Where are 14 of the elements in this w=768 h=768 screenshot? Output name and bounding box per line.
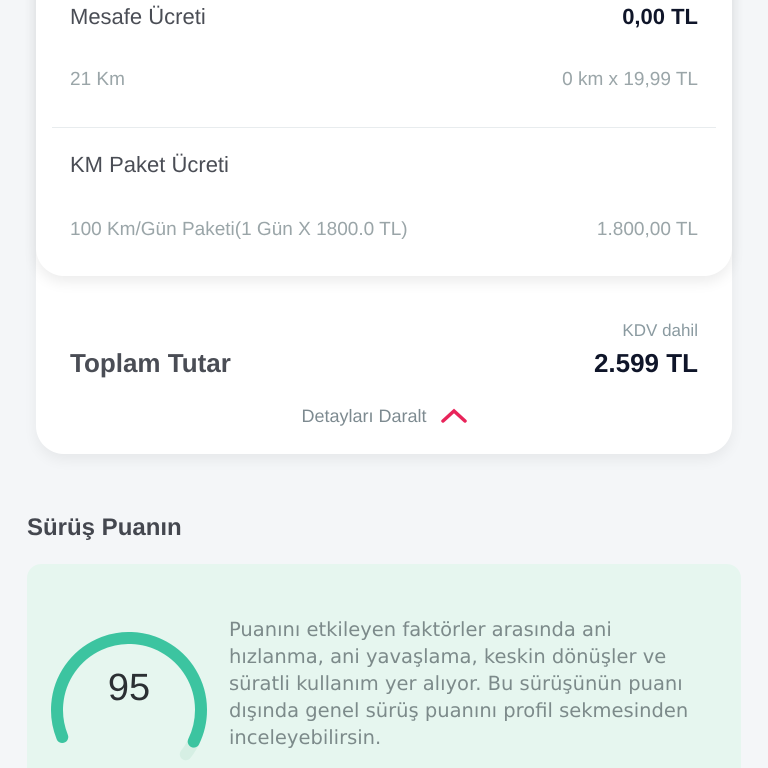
score-description: Puanını etkileyen faktörler arasında ani hızlanma, ani yavaşlama, keskin dönüşler ve süratli kullanım yer alıyor. Bu sürüşünün puanı dışında genel sürüş puanını profil sekmesinden inceleyebilirsin. <box>229 616 690 750</box>
section-title: Sürüş Puanın <box>27 512 183 542</box>
fee-detail-value: 0 km x 19,99 TL <box>562 68 698 92</box>
score-value: 95 <box>106 666 152 710</box>
fee-title: Mesafe Ücreti <box>70 3 206 31</box>
total-label: Toplam Tutar <box>70 346 231 380</box>
fee-title: KM Paket Ücreti <box>70 150 229 178</box>
fee-detail: 100 Km/Gün Paketi(1 Gün X 1800.0 TL) <box>70 218 408 242</box>
vat-note: KDV dahil <box>622 320 698 342</box>
fee-detail: 21 Km <box>70 68 125 92</box>
collapse-details-button[interactable]: Detayları Daralt <box>301 402 467 430</box>
fee-detail-value: 1.800,00 TL <box>596 218 698 242</box>
total-amount: 2.599 TL <box>594 346 698 380</box>
fee-amount: 0,00 TL <box>622 3 698 31</box>
